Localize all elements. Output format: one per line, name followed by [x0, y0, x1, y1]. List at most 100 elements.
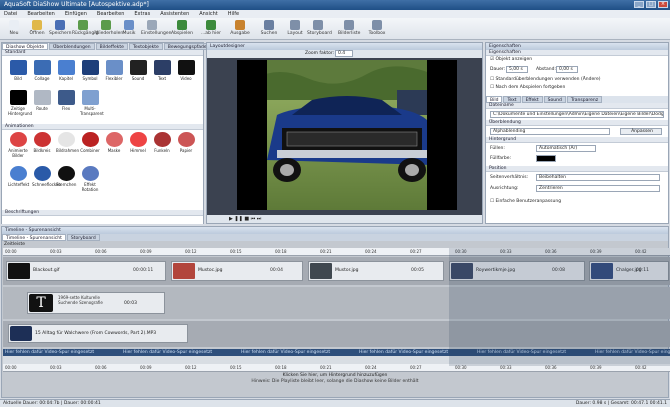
- tab-transitions[interactable]: Überblendungen: [49, 43, 95, 50]
- empty-track-text: Hier fehlen dafür Video-Spur eingesetzt: [123, 350, 213, 355]
- tab-storyboard[interactable]: Storyboard: [66, 234, 100, 241]
- fill-select[interactable]: Automatisch (Ar): [536, 145, 596, 152]
- menu-insert[interactable]: Einfügen: [65, 11, 87, 17]
- tab-timeline[interactable]: Timeline - Spurenansicht: [2, 234, 66, 241]
- music-clip-name: 15 Alltag für Walchwere (From Cowwords, …: [35, 331, 157, 336]
- toolbox-icon: [372, 20, 382, 30]
- animation-8[interactable]: Lichteffekt: [8, 166, 29, 187]
- animation-thumb: [9, 132, 27, 147]
- toolbar-music-button[interactable]: Musik: [118, 20, 140, 38]
- tab-motion-paths[interactable]: Bewegungspfade: [163, 43, 211, 50]
- object-1[interactable]: Collage: [32, 60, 52, 81]
- animation-11[interactable]: Effekt Rotation: [80, 166, 100, 192]
- animation-6[interactable]: Funkeln: [152, 132, 172, 153]
- transition-select[interactable]: Alphablending: [490, 128, 610, 135]
- text-clip[interactable]: T 1969-sette Kulturelle Suchende Szenogr…: [27, 292, 165, 314]
- toolbar-toolbox-button[interactable]: Toolbox: [366, 20, 388, 38]
- car-photo: [252, 60, 457, 210]
- animation-0[interactable]: Animierte Bilder: [8, 132, 28, 158]
- tab-image-effects[interactable]: Bildeffekte: [95, 43, 128, 50]
- animation-thumb: [177, 132, 195, 147]
- tab-effect[interactable]: Effekt: [521, 96, 543, 103]
- duration-field[interactable]: 5,00 s: [506, 66, 528, 73]
- animation-thumb: [153, 132, 171, 147]
- animation-7[interactable]: Papier: [176, 132, 196, 153]
- toolbar-search-button[interactable]: Suchen: [258, 20, 280, 38]
- music-clip[interactable]: 15 Alltag für Walchwere (From Cowwords, …: [8, 324, 188, 343]
- tab-text[interactable]: Text: [503, 96, 521, 103]
- toolbar-layout-button[interactable]: Layout: [284, 20, 306, 38]
- show-object-checkbox[interactable]: ☑ Objekt anzeigen: [490, 57, 532, 62]
- preview-canvas[interactable]: [237, 60, 457, 210]
- object-9[interactable]: Route: [32, 90, 52, 111]
- object-7[interactable]: Video: [176, 60, 196, 81]
- animation-9[interactable]: Schneeflocken: [32, 166, 61, 187]
- tab-transparency[interactable]: Transparenz: [566, 96, 603, 103]
- tab-sound[interactable]: Sound: [543, 96, 566, 103]
- image-clip[interactable]: Mustor.jpg 00:05: [308, 261, 444, 281]
- filepath-field[interactable]: C:\Dokumente und Einstellungen\Admin\Eig…: [490, 111, 664, 118]
- minimize-button[interactable]: _: [634, 1, 644, 8]
- zoom-field[interactable]: 0.4: [335, 50, 353, 57]
- play-control-icon[interactable]: ▶ ❚❚ ■ ⏮ ⏭: [229, 216, 261, 222]
- object-6[interactable]: Text: [152, 60, 172, 81]
- animation-label: Himmel: [130, 148, 146, 153]
- adapt-button[interactable]: Anpassen: [620, 128, 662, 135]
- toolbar-new-button[interactable]: Neu: [3, 20, 25, 38]
- aspect-label: Seitenverhältnis:: [490, 175, 529, 180]
- object-10[interactable]: Flex: [56, 90, 76, 111]
- section-descriptions: Beschriftungen: [2, 210, 203, 216]
- alignment-select[interactable]: Zentrieren: [536, 185, 660, 192]
- toolbar-image-list-button[interactable]: Bilderliste: [338, 20, 360, 38]
- animation-5[interactable]: Himmel: [128, 132, 148, 153]
- hint-add-background[interactable]: Klicken Sie hier, um Hintergrund hinzuzu…: [2, 373, 668, 378]
- clip-thumb: [173, 263, 195, 279]
- clip-name: Mustor.jpg: [335, 268, 359, 273]
- tab-text-objects[interactable]: Textobjekte: [128, 43, 163, 50]
- menu-help[interactable]: Hilfe: [228, 11, 239, 17]
- menu-edit2[interactable]: Bearbeiten: [97, 11, 124, 17]
- menu-wizards[interactable]: Assistenten: [160, 11, 189, 17]
- toolbar-undo-button[interactable]: Rückgängig: [72, 20, 98, 38]
- toolbar-storyboard-button[interactable]: Storyboard: [307, 20, 332, 38]
- menu-extras[interactable]: Extras: [134, 11, 150, 17]
- object-11[interactable]: Multi-Transparent: [80, 90, 104, 116]
- distance-field[interactable]: 0,00 s: [556, 66, 578, 73]
- toolbar-play-here-button[interactable]: ...ab hier: [200, 20, 222, 38]
- toolbar-settings-button[interactable]: Einstellungen: [141, 20, 172, 38]
- animation-3[interactable]: Combiner: [80, 132, 100, 153]
- animation-1[interactable]: Bildkreis: [32, 132, 52, 153]
- menu-file[interactable]: Datei: [4, 11, 17, 17]
- after-skip-checkbox[interactable]: ☐ Nach dem Abspielen fortgeben: [490, 85, 565, 90]
- object-3[interactable]: Symbol: [80, 60, 100, 81]
- toolbar-open-button[interactable]: Öffnen: [26, 20, 48, 38]
- close-button[interactable]: ×: [658, 1, 668, 8]
- toolbar-output-button[interactable]: Ausgabe: [229, 20, 251, 38]
- animation-4[interactable]: Maske: [104, 132, 124, 153]
- fill-color-label: Füllfarbe:: [490, 156, 512, 161]
- toolbar-save-button[interactable]: Speichern: [49, 20, 71, 38]
- animation-2[interactable]: Bildrahmen: [56, 132, 79, 153]
- aspect-select[interactable]: Beibehalten: [536, 174, 660, 181]
- tab-diashow-objects[interactable]: Diashow Objekte: [2, 43, 49, 50]
- tab-image[interactable]: Bild: [486, 96, 503, 103]
- animation-10[interactable]: Sternchen: [56, 166, 76, 187]
- toolbar-redo-button[interactable]: Wiederholen: [95, 20, 123, 38]
- object-thumb: [57, 60, 75, 75]
- object-4[interactable]: Flexibler: [104, 60, 124, 81]
- image-clip[interactable]: Blackout.gif 00:00:11: [6, 261, 166, 281]
- fill-color-picker[interactable]: [536, 155, 556, 162]
- object-0[interactable]: Bild: [8, 60, 28, 81]
- object-5[interactable]: Sound: [128, 60, 148, 81]
- image-clip[interactable]: Mustoc.jpg 00:04: [171, 261, 303, 281]
- std-transition-checkbox[interactable]: ☐ Standardüberblendungen verwenden (Ände…: [490, 77, 601, 82]
- object-2[interactable]: Kapitel: [56, 60, 76, 81]
- selection-highlight: [449, 248, 670, 366]
- menu-view[interactable]: Ansicht: [199, 11, 217, 17]
- maximize-button[interactable]: □: [646, 1, 656, 8]
- menu-edit[interactable]: Bearbeiten: [27, 11, 54, 17]
- more-checkbox[interactable]: ☐ Einfache Benutzeranpassung: [490, 199, 561, 204]
- object-thumb: [105, 60, 123, 75]
- object-8[interactable]: Zeitige Hintergrund: [8, 90, 32, 116]
- toolbar-play-button[interactable]: Abspielen: [171, 20, 193, 38]
